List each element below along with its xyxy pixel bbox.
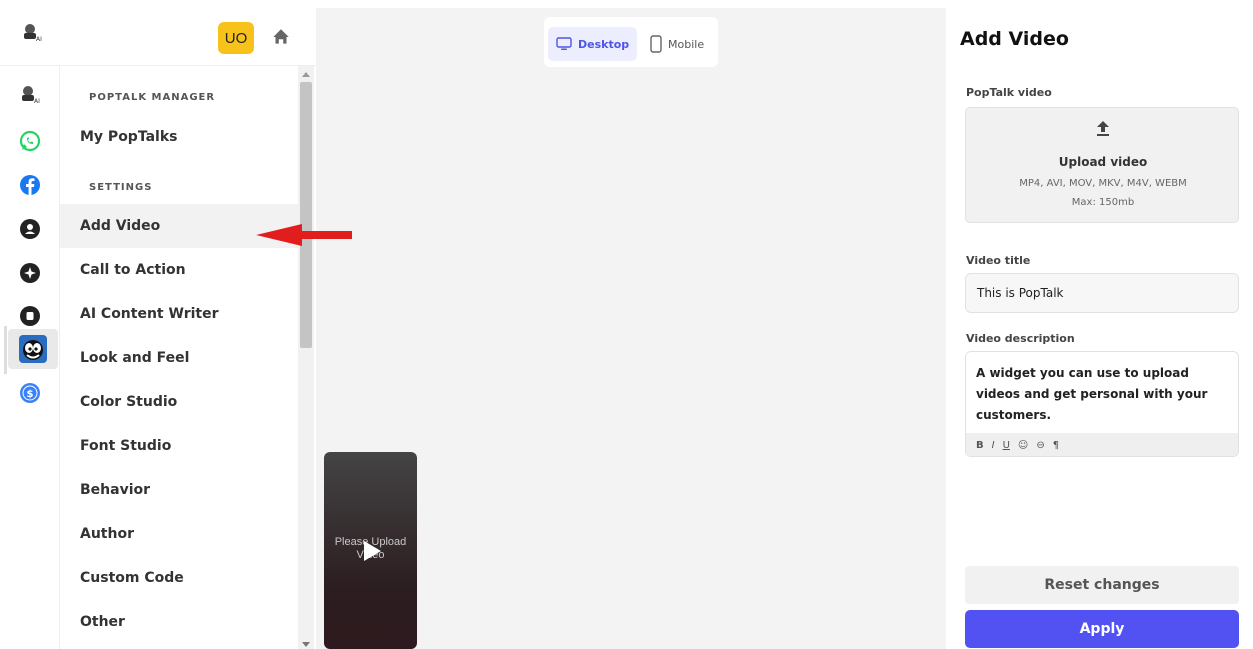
reset-changes-button[interactable]: Reset changes <box>965 566 1239 604</box>
rail-item-facebook[interactable] <box>18 173 42 197</box>
menu-item-author[interactable]: Author <box>60 512 298 556</box>
assistant-logo-icon: AI <box>22 86 40 104</box>
add-video-panel: Add Video PopTalk video Upload video MP4… <box>946 0 1253 649</box>
svg-text:AI: AI <box>36 36 42 42</box>
home-icon[interactable] <box>270 26 292 48</box>
rail-item-sparkle[interactable] <box>18 261 42 285</box>
rail-divider <box>4 326 7 374</box>
panel-title: Add Video <box>960 28 1069 50</box>
menu-item-color-studio[interactable]: Color Studio <box>60 380 298 424</box>
dollar-icon: $ <box>20 383 40 403</box>
app-rail: AI $ <box>0 66 60 649</box>
rail-item-contact[interactable] <box>18 217 42 241</box>
svg-text:$: $ <box>27 389 34 400</box>
upload-title: Upload video <box>1058 155 1148 169</box>
rail-item-whatsapp[interactable] <box>18 129 42 153</box>
sidebar-header: AI UO <box>0 0 316 66</box>
desktop-view-button[interactable]: Desktop <box>548 27 638 61</box>
contact-icon <box>20 219 40 239</box>
rail-item-poptalk[interactable] <box>8 329 58 369</box>
settings-menu: POPTALK MANAGER My PopTalks SETTINGS Add… <box>60 66 298 649</box>
menu-item-behavior[interactable]: Behavior <box>60 468 298 512</box>
video-description-label: Video description <box>966 332 1075 345</box>
annotation-arrow-icon <box>256 224 352 246</box>
user-avatar-button[interactable]: UO <box>218 22 254 54</box>
link-icon[interactable]: ⊖ <box>1036 440 1044 451</box>
video-title-input[interactable]: This is PopTalk <box>965 273 1239 313</box>
section-heading-manager: POPTALK MANAGER <box>89 92 216 103</box>
menu-item-other[interactable]: Other <box>60 600 298 644</box>
svg-text:AI: AI <box>34 98 40 104</box>
upload-formats: MP4, AVI, MOV, MKV, M4V, WEBM <box>1019 178 1187 189</box>
poptalk-felix-icon <box>19 335 47 363</box>
preview-canvas: Desktop Mobile Please Upload Video <box>316 8 946 649</box>
rail-item-dollar[interactable]: $ <box>18 381 42 405</box>
device-toggle: Desktop Mobile <box>544 17 718 67</box>
video-field-label: PopTalk video <box>966 86 1052 99</box>
mobile-view-button[interactable]: Mobile <box>642 27 712 61</box>
mobile-view-label: Mobile <box>668 37 705 51</box>
video-upload-dropzone[interactable]: Upload video MP4, AVI, MOV, MKV, M4V, WE… <box>965 107 1239 223</box>
menu-scrollbar[interactable] <box>298 66 314 649</box>
menu-item-font-studio[interactable]: Font Studio <box>60 424 298 468</box>
play-icon[interactable] <box>364 541 381 561</box>
video-description-text[interactable]: A widget you can use to upload videos an… <box>976 363 1236 426</box>
text-format-toolbar: B I U ☺ ⊖ ¶ <box>966 433 1238 456</box>
desktop-view-label: Desktop <box>578 37 630 51</box>
app-window: AI UO AI $ POPTALK MANAGER My PopTalks S… <box>0 0 1253 649</box>
scroll-thumb[interactable] <box>300 82 312 348</box>
menu-item-look-and-feel[interactable]: Look and Feel <box>60 336 298 380</box>
italic-button[interactable]: I <box>992 440 995 451</box>
section-heading-settings: SETTINGS <box>89 182 153 193</box>
facebook-icon <box>20 175 40 195</box>
upload-max-size: Max: 150mb <box>1071 197 1135 208</box>
underline-button[interactable]: U <box>1003 440 1010 451</box>
scroll-up-arrow-icon[interactable] <box>302 72 310 77</box>
emoji-icon[interactable]: ☺ <box>1018 440 1028 451</box>
video-widget-preview[interactable]: Please Upload Video <box>324 452 417 649</box>
monitor-icon <box>556 37 572 50</box>
menu-item-call-to-action[interactable]: Call to Action <box>60 248 298 292</box>
rail-item-assistant[interactable]: AI <box>18 82 42 106</box>
video-title-label: Video title <box>966 254 1031 267</box>
assistant-logo-icon[interactable]: AI <box>21 22 43 42</box>
sparkle-icon <box>20 263 40 283</box>
menu-item-my-poptalks[interactable]: My PopTalks <box>60 115 298 159</box>
video-description-editor[interactable]: A widget you can use to upload videos an… <box>965 351 1239 457</box>
bold-button[interactable]: B <box>976 440 984 451</box>
whatsapp-icon <box>19 130 41 152</box>
rail-item-widget[interactable] <box>18 304 42 328</box>
menu-item-custom-code[interactable]: Custom Code <box>60 556 298 600</box>
clear-format-icon[interactable]: ¶ <box>1053 440 1059 451</box>
apply-button[interactable]: Apply <box>965 610 1239 648</box>
upload-icon <box>1097 121 1109 136</box>
scroll-down-arrow-icon[interactable] <box>302 642 310 647</box>
widget-icon <box>20 306 40 326</box>
menu-item-ai-content-writer[interactable]: AI Content Writer <box>60 292 298 336</box>
phone-icon <box>650 35 662 53</box>
